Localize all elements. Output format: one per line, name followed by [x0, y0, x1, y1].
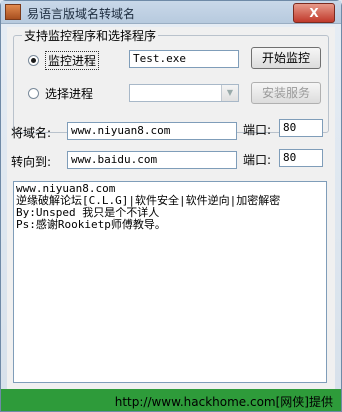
install-service-button: 安装服务	[251, 82, 321, 104]
start-monitor-button[interactable]: 开始监控	[251, 47, 321, 69]
radio-monitor-row[interactable]: 监控进程	[28, 51, 100, 70]
radio-select-row[interactable]: 选择进程	[28, 85, 93, 102]
close-button[interactable]: X	[293, 3, 335, 23]
radio-select-label: 选择进程	[45, 87, 94, 101]
target-domain-input[interactable]: www.baidu.com	[67, 151, 237, 169]
source-port-input[interactable]: 80	[279, 119, 323, 137]
process-name-input[interactable]: Test.exe	[129, 50, 239, 68]
radio-monitor[interactable]	[28, 55, 39, 66]
source-domain-label: 将域名:	[11, 126, 52, 140]
source-domain-input[interactable]: www.niyuan8.com	[67, 122, 237, 140]
memo-line: Ps:感谢Rookietp师傅教导。	[16, 218, 166, 231]
status-text: http://www.hackhome.com[网侠]提供	[114, 395, 333, 409]
app-icon	[5, 4, 21, 20]
chevron-down-icon[interactable]: ▼	[221, 85, 238, 101]
client-area: 支持监控程序和选择程序 监控进程 Test.exe 开始监控 选择进程 ▼ 安装…	[7, 27, 335, 407]
info-memo[interactable]: www.niyuan8.com 逆缘破解论坛[C.L.G]|软件安全|软件逆向|…	[13, 181, 327, 383]
status-bar: http://www.hackhome.com[网侠]提供	[1, 389, 341, 411]
source-port-label: 端口:	[243, 123, 272, 137]
target-port-input[interactable]: 80	[279, 149, 323, 167]
target-domain-label: 转向到:	[11, 155, 52, 169]
title-bar[interactable]: 易语言版域名转域名 X	[1, 1, 341, 24]
window-title: 易语言版域名转域名	[27, 7, 136, 21]
radio-select[interactable]	[28, 88, 39, 99]
process-select-dropdown[interactable]: ▼	[129, 84, 239, 102]
radio-monitor-label: 监控进程	[45, 51, 100, 70]
target-port-label: 端口:	[243, 153, 272, 167]
app-window: 易语言版域名转域名 X 支持监控程序和选择程序 监控进程 Test.exe 开始…	[0, 0, 342, 412]
group-legend: 支持监控程序和选择程序	[22, 27, 159, 44]
